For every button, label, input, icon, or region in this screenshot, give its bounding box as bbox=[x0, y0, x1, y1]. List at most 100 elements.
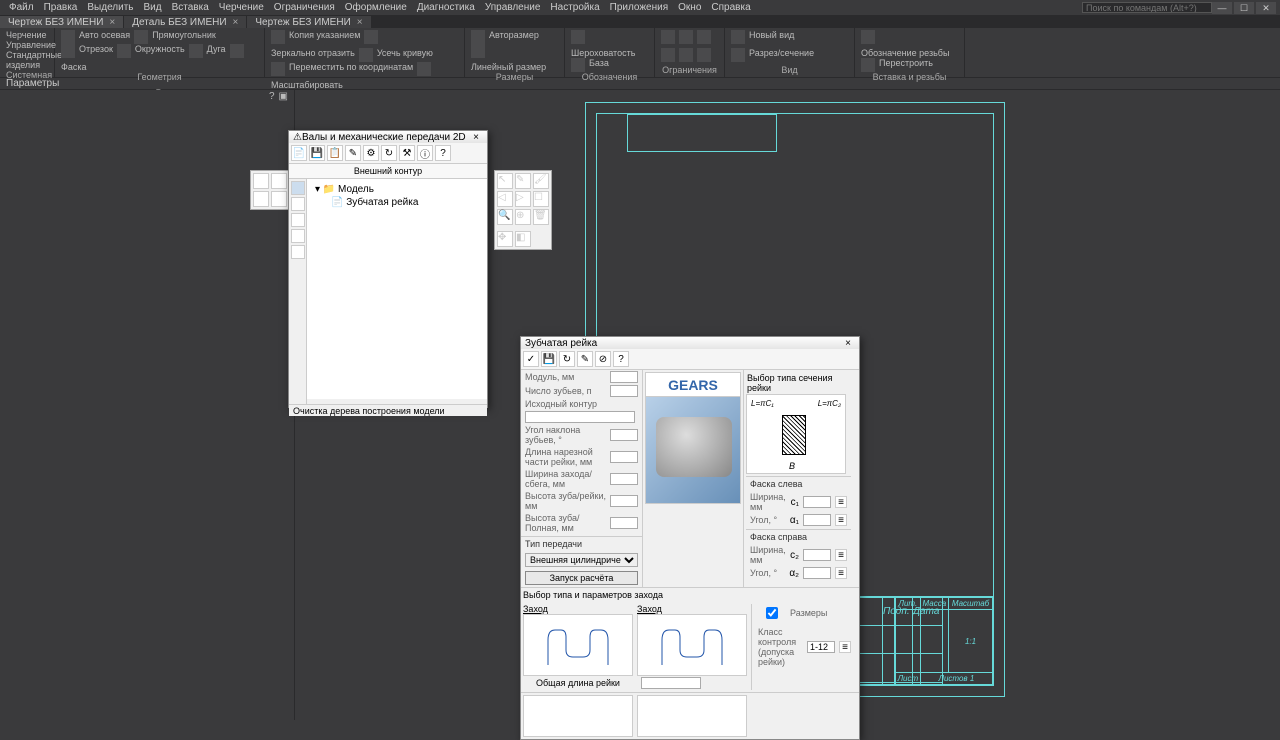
trim-icon[interactable] bbox=[359, 48, 373, 62]
menu-draw[interactable]: Черчение bbox=[214, 2, 269, 13]
lindim-icon[interactable] bbox=[471, 44, 485, 58]
move-icon[interactable]: ✥ bbox=[497, 231, 513, 247]
apply-icon[interactable]: ✓ bbox=[523, 351, 539, 367]
preview-box-a bbox=[523, 695, 633, 737]
close-icon[interactable]: × bbox=[233, 17, 239, 28]
new-icon[interactable]: 📄 bbox=[291, 145, 307, 161]
a2-input[interactable] bbox=[803, 567, 831, 579]
save-icon[interactable]: 💾 bbox=[309, 145, 325, 161]
ext-contour-icon[interactable] bbox=[291, 181, 305, 195]
module-input[interactable] bbox=[610, 371, 638, 383]
shafts-window: ⚠Валы и механические передачи 2D× 📄 💾 📋 … bbox=[288, 130, 488, 408]
ht-input[interactable] bbox=[610, 495, 638, 507]
close-icon[interactable]: × bbox=[469, 132, 483, 143]
refresh-icon[interactable]: ↻ bbox=[381, 145, 397, 161]
dimensions-checkbox[interactable] bbox=[758, 607, 786, 619]
menu-insert[interactable]: Вставка bbox=[167, 2, 214, 13]
scale-icon[interactable] bbox=[417, 62, 431, 76]
gear-icon[interactable]: ⚙ bbox=[363, 145, 379, 161]
thread-icon[interactable] bbox=[861, 30, 875, 44]
full-input[interactable] bbox=[610, 517, 638, 529]
tab-drawing-2[interactable]: Чертеж БЕЗ ИМЕНИ× bbox=[247, 16, 370, 28]
shared-input[interactable] bbox=[641, 677, 701, 689]
datum-icon[interactable] bbox=[571, 58, 585, 72]
collapse-icon[interactable]: ▣ bbox=[279, 91, 288, 102]
win1-status: Очистка дерева построения модели bbox=[289, 404, 487, 416]
save-icon[interactable]: 💾 bbox=[541, 351, 557, 367]
preview-box-b bbox=[637, 695, 747, 737]
transmission-select[interactable]: Внешняя цилиндрическая зубчатая bbox=[525, 553, 638, 567]
reload-icon[interactable]: ↻ bbox=[559, 351, 575, 367]
command-search[interactable] bbox=[1082, 2, 1212, 13]
maximize-button[interactable]: ☐ bbox=[1234, 2, 1254, 14]
rect-icon[interactable] bbox=[134, 30, 148, 44]
move-icon[interactable] bbox=[271, 62, 285, 76]
help-icon[interactable]: ? bbox=[435, 145, 451, 161]
palette-btn[interactable] bbox=[253, 173, 269, 189]
a1-input[interactable] bbox=[803, 514, 831, 526]
close-icon[interactable]: × bbox=[109, 17, 115, 28]
select-icon[interactable]: ↖ bbox=[497, 173, 513, 189]
menu-format[interactable]: Оформление bbox=[340, 2, 412, 13]
delete-icon[interactable]: 🗑 bbox=[533, 209, 549, 225]
help-icon[interactable]: ? bbox=[613, 351, 629, 367]
tab-part[interactable]: Деталь БЕЗ ИМЕНИ× bbox=[124, 16, 246, 28]
close-button[interactable]: ✕ bbox=[1256, 2, 1276, 14]
document-tabs: Чертеж БЕЗ ИМЕНИ× Деталь БЕЗ ИМЕНИ× Черт… bbox=[0, 16, 1280, 28]
close-icon[interactable]: × bbox=[841, 338, 855, 349]
menu-edit[interactable]: Правка bbox=[39, 2, 83, 13]
menu-icon[interactable]: ≡ bbox=[835, 496, 847, 508]
newview-icon[interactable] bbox=[731, 30, 745, 44]
minimize-button[interactable]: — bbox=[1212, 2, 1232, 14]
menu-file[interactable]: Файл bbox=[4, 2, 39, 13]
section-diagram[interactable]: L=πC₁ L=πC₂ B bbox=[746, 394, 846, 474]
menu-settings[interactable]: Настройка bbox=[545, 2, 604, 13]
settings-icon[interactable]: ⚒ bbox=[399, 145, 415, 161]
tooth-preview-b[interactable] bbox=[637, 614, 747, 676]
saveas-icon[interactable]: 📋 bbox=[327, 145, 343, 161]
menu-bar: Файл Правка Выделить Вид Вставка Черчени… bbox=[0, 0, 1280, 16]
zoom-icon[interactable]: 🔍 bbox=[497, 209, 513, 225]
menu-select[interactable]: Выделить bbox=[82, 2, 138, 13]
axis-icon[interactable] bbox=[61, 30, 75, 44]
menu-help[interactable]: Справка bbox=[706, 2, 755, 13]
angle-input[interactable] bbox=[610, 429, 638, 441]
edit-icon[interactable]: ✎ bbox=[345, 145, 361, 161]
rebuild-icon[interactable] bbox=[861, 58, 875, 72]
circle-icon[interactable] bbox=[117, 44, 131, 58]
section-icon[interactable] bbox=[731, 48, 745, 62]
arc-icon[interactable] bbox=[189, 44, 203, 58]
autodim-icon[interactable] bbox=[471, 30, 485, 44]
prev-icon[interactable]: ◁ bbox=[497, 191, 513, 207]
menu-manage[interactable]: Управление bbox=[480, 2, 546, 13]
menu-diag[interactable]: Диагностика bbox=[412, 2, 480, 13]
racklen-input[interactable] bbox=[610, 451, 638, 463]
chamfer-icon[interactable] bbox=[230, 44, 244, 58]
help-icon[interactable]: ? bbox=[269, 91, 275, 102]
cons-icon[interactable] bbox=[661, 30, 675, 44]
cancel-icon[interactable]: ⊘ bbox=[595, 351, 611, 367]
model-tree[interactable]: ▾ 📁 Модель 📄 Зубчатая рейка bbox=[307, 179, 487, 399]
line-icon[interactable] bbox=[61, 44, 75, 58]
close-icon[interactable]: × bbox=[357, 17, 363, 28]
c2-input[interactable] bbox=[803, 549, 831, 561]
teeth-input[interactable] bbox=[610, 385, 638, 397]
edit-icon[interactable]: ✎ bbox=[577, 351, 593, 367]
rough-icon[interactable] bbox=[571, 30, 585, 44]
info-icon[interactable]: ⓘ bbox=[417, 145, 433, 161]
c1-input[interactable] bbox=[803, 496, 831, 508]
tooth-preview-a[interactable] bbox=[523, 614, 633, 676]
chamf-input[interactable] bbox=[610, 473, 638, 485]
menu-window[interactable]: Окно bbox=[673, 2, 706, 13]
calc-button[interactable]: Запуск расчёта bbox=[525, 571, 638, 585]
menu-apps[interactable]: Приложения bbox=[605, 2, 674, 13]
copy-icon[interactable] bbox=[271, 30, 285, 44]
menu-view[interactable]: Вид bbox=[139, 2, 167, 13]
mirror-icon[interactable] bbox=[364, 30, 378, 44]
menu-icon[interactable]: ≡ bbox=[839, 641, 851, 653]
profile-input[interactable] bbox=[525, 411, 635, 423]
next-icon[interactable]: ▷ bbox=[515, 191, 531, 207]
tab-drawing-1[interactable]: Чертеж БЕЗ ИМЕНИ× bbox=[0, 16, 123, 28]
menu-constraints[interactable]: Ограничения bbox=[269, 2, 340, 13]
accuracy-input[interactable] bbox=[807, 641, 835, 653]
